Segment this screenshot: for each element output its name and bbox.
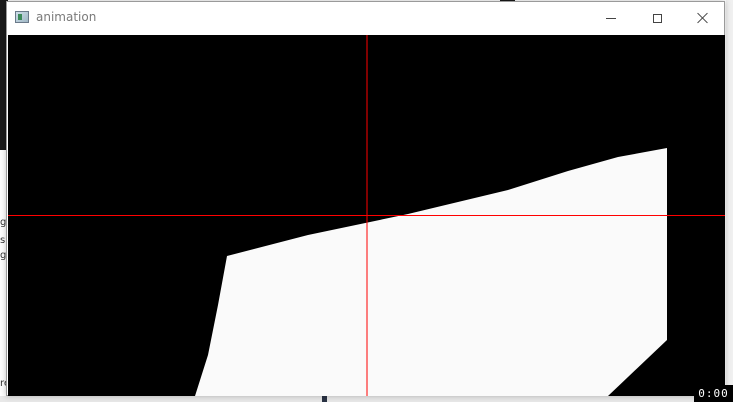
minimize-button[interactable] xyxy=(588,2,634,34)
title-bar[interactable]: animation xyxy=(7,2,724,34)
background-strip xyxy=(0,396,733,402)
animation-window[interactable]: animation xyxy=(6,1,725,396)
background-taskbar-fragment xyxy=(322,395,327,402)
app-window-icon xyxy=(15,11,29,23)
close-icon xyxy=(697,12,709,24)
maximize-button[interactable] xyxy=(634,2,680,34)
canvas-drawing xyxy=(8,35,725,396)
background-strip xyxy=(726,0,733,402)
timer-badge: 0:00 xyxy=(694,385,733,402)
close-button[interactable] xyxy=(680,2,726,34)
minimize-icon xyxy=(606,17,616,19)
window-title: animation xyxy=(36,10,97,24)
maximize-icon xyxy=(652,13,662,23)
animation-canvas[interactable] xyxy=(8,35,725,396)
